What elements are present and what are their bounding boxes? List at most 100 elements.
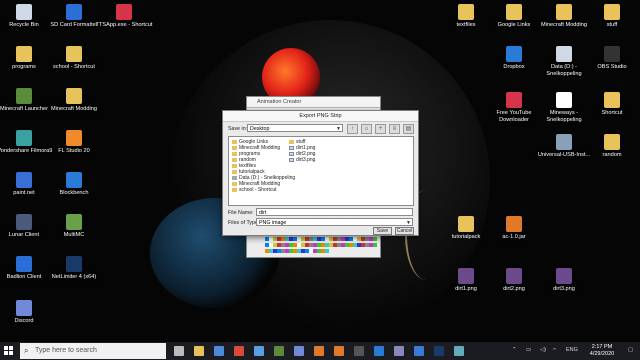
folder-icon (458, 216, 474, 232)
folder-icon (16, 46, 32, 62)
file-list-item[interactable]: school - Shortcut (232, 187, 295, 193)
usb-installer-icon (556, 134, 572, 150)
desktop-shortcut[interactable]: TTSApp.exe - Shortcut (95, 4, 153, 29)
desktop-shortcut[interactable]: MultiMC (45, 214, 103, 239)
chevron-down-icon: ▼ (336, 126, 341, 132)
desktop-shortcut-label: MultiMC (63, 232, 85, 238)
file-list-item-name: dirt3.png (296, 157, 316, 163)
desktop-shortcut-label: school - Shortcut (53, 64, 95, 70)
recycle-bin-icon (16, 4, 32, 20)
desktop-shortcut[interactable]: FL Studio 20 (45, 130, 103, 155)
png-file-icon (556, 268, 572, 284)
folder-icon (289, 139, 294, 144)
discord-icon[interactable] (294, 346, 304, 356)
discord-icon (16, 300, 32, 316)
desktop-shortcut[interactable]: dirt3.png (535, 268, 593, 293)
dropbox-icon (506, 46, 522, 62)
dropbox-icon[interactable] (374, 346, 384, 356)
new-folder-icon[interactable]: + (375, 124, 386, 134)
png-file-icon (289, 145, 294, 150)
task-view-icon[interactable] (174, 346, 184, 356)
file-name-input[interactable]: dirt (256, 208, 413, 216)
files-of-type-value: PNG image (259, 220, 287, 226)
notepad-icon[interactable] (394, 346, 404, 356)
tray-overflow-icon[interactable]: ⌃ (512, 347, 517, 353)
windows-start-icon[interactable] (4, 346, 14, 356)
folder-icon (66, 46, 82, 62)
file-list-item[interactable]: dirt3.png (289, 157, 315, 163)
desktop-shortcut-label: Blockbench (59, 190, 89, 196)
desktop-shortcut-label: Discord (14, 318, 34, 324)
files-of-type-dropdown[interactable]: PNG image ▼ (256, 218, 413, 226)
desktop-shortcut-label: NetLimiter 4 (x64) (51, 274, 97, 280)
folder-icon (232, 163, 237, 168)
files-of-type-label: Files of Type: (228, 220, 260, 226)
taskbar-clock[interactable]: 2:17 PM 4/29/2020 (582, 344, 622, 358)
desktop-shortcut[interactable]: stuff (583, 4, 640, 29)
obs-icon[interactable] (354, 346, 364, 356)
list-view-icon[interactable]: ≡ (389, 124, 400, 134)
desktop-shortcut[interactable]: NetLimiter 4 (x64) (45, 256, 103, 281)
save-in-dropdown[interactable]: Desktop ▼ (247, 124, 343, 132)
folder-icon (556, 4, 572, 20)
folder-icon (232, 187, 237, 192)
blender-icon[interactable] (314, 346, 324, 356)
desktop-shortcut-label: OBS Studio (597, 64, 627, 70)
home-icon[interactable]: ⌂ (361, 124, 372, 134)
up-folder-icon[interactable]: ↑ (347, 124, 358, 134)
drive-icon (556, 46, 572, 62)
file-explorer-icon[interactable] (194, 346, 204, 356)
drive-icon (232, 175, 237, 180)
language-indicator[interactable]: ENG (566, 347, 578, 353)
network-icon[interactable]: ▭ (526, 347, 531, 353)
save-in-label: Save in: (228, 126, 248, 132)
search-placeholder: Type here to search (35, 347, 97, 354)
store-icon[interactable] (214, 346, 224, 356)
png-file-icon (289, 157, 294, 162)
taskbar-search-box[interactable]: ⌕ Type here to search (20, 343, 166, 359)
dialog-title: Export PNG Strip (223, 111, 418, 122)
png-file-icon (506, 268, 522, 284)
notifications-icon[interactable]: ▢ (628, 347, 633, 353)
photos-icon[interactable] (454, 346, 464, 356)
folder-icon (232, 169, 237, 174)
fl-studio-icon (66, 130, 82, 146)
desktop-shortcut-label: random (602, 152, 622, 158)
netlimiter-icon[interactable] (434, 346, 444, 356)
desktop-shortcut[interactable]: school - Shortcut (45, 46, 103, 71)
mail-icon[interactable] (414, 346, 424, 356)
desktop-shortcut-label: TTSApp.exe - Shortcut (95, 22, 153, 28)
chrome-icon[interactable] (234, 346, 244, 356)
desktop-shortcut[interactable]: OBS Studio (583, 46, 640, 71)
desktop-shortcut[interactable]: Shortcut (583, 92, 640, 117)
minecraft-icon[interactable] (274, 346, 284, 356)
details-view-icon[interactable]: ▤ (403, 124, 414, 134)
badlion-icon (16, 256, 32, 272)
desktop-shortcut-label: FL Studio 20 (58, 148, 90, 154)
file-list-item-name: school - Shortcut (239, 187, 277, 193)
desktop-shortcut[interactable]: random (583, 134, 640, 159)
save-in-value: Desktop (250, 126, 270, 132)
tts-app-icon (116, 4, 132, 20)
java-icon (506, 216, 522, 232)
folder-icon (66, 88, 82, 104)
file-name-value: dirt (259, 210, 267, 216)
desktop-shortcut[interactable]: Minecraft Modding (45, 88, 103, 113)
save-button[interactable]: Save (373, 227, 392, 235)
export-png-strip-dialog: Export PNG Strip Save in: Desktop ▼ ↑ ⌂ … (222, 110, 419, 236)
netlimiter-icon (66, 256, 82, 272)
file-list[interactable]: Google Links Minecraft Modding programs ran… (228, 136, 414, 206)
cancel-button[interactable]: Cancel (395, 227, 414, 235)
desktop-shortcut[interactable]: Discord (0, 300, 53, 325)
strip-pixel (325, 249, 329, 253)
desktop-shortcut[interactable]: ac-1.0.jar (485, 216, 543, 241)
folder-icon (232, 145, 237, 150)
desktop-shortcut[interactable]: Blockbench (45, 172, 103, 197)
folder-icon (232, 151, 237, 156)
lunar-client-icon (16, 214, 32, 230)
wifi-icon[interactable]: ⌔ (552, 347, 557, 354)
java-icon[interactable] (334, 346, 344, 356)
paint-icon[interactable] (254, 346, 264, 356)
folder-icon (604, 4, 620, 20)
volume-icon[interactable]: ◁) (540, 347, 546, 353)
